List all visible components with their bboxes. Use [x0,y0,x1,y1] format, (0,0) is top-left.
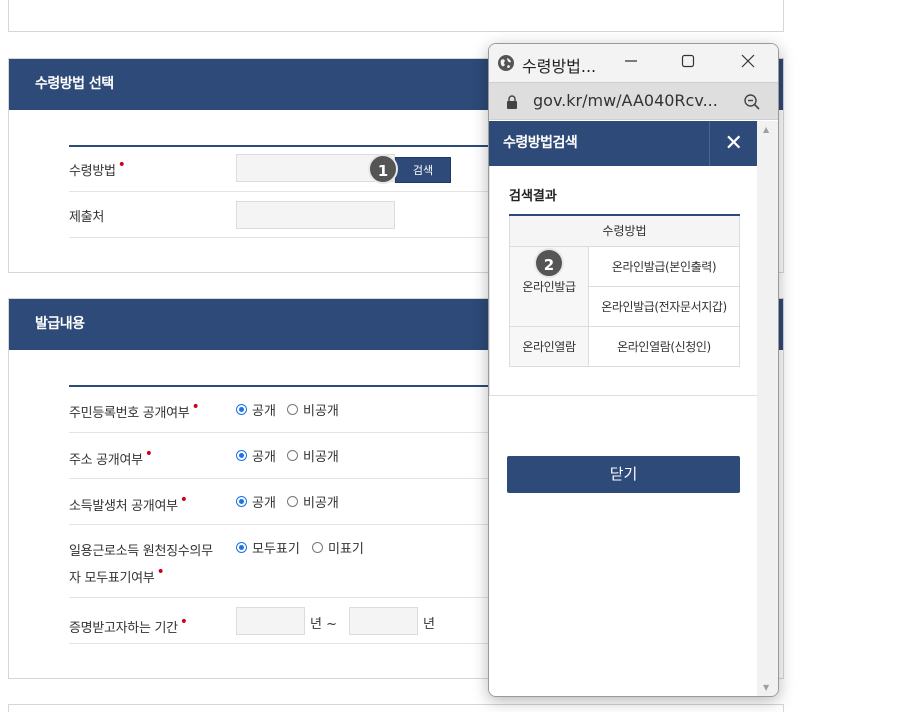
modal-body: 검색결과 수령방법 온라인발급 온라인발급(본인출력) 온라인발급(전자문서지갑… [489,166,757,396]
result-title: 검색결과 [509,189,557,204]
income-public-radio[interactable]: 공개 [236,492,276,511]
resident-private-radio[interactable]: 비공개 [287,400,339,419]
method-option-e-wallet[interactable]: 온라인발급(전자문서지갑) [588,285,740,327]
address-label: 주소 공개여부 • [69,446,153,468]
scroll-up-icon[interactable]: ▲ [763,125,769,134]
required-mark: • [117,157,126,173]
close-icon [741,54,755,68]
next-section-box [8,704,784,712]
receive-method-label: 수령방법 • [69,157,126,179]
scroll-down-icon[interactable]: ▼ [763,683,769,692]
required-mark: • [191,399,200,415]
maximize-icon [681,54,695,68]
radio-unchecked-icon [287,450,298,461]
lock-icon [507,95,517,109]
period-end-input[interactable] [349,607,418,635]
modal-close-icon[interactable]: ✕ [709,121,757,166]
address-bar[interactable]: gov.kr/mw/AA040Rcv... [489,82,778,120]
daily-none-radio[interactable]: 미표기 [312,538,364,557]
table-header-row: 수령방법 [509,214,740,247]
window-title: 수령방법... [522,57,597,76]
group-cell: 온라인열람 [509,325,589,367]
scrollbar[interactable]: ▲ ▼ [757,121,778,696]
income-private-radio[interactable]: 비공개 [287,492,339,511]
address-private-radio[interactable]: 비공개 [287,446,339,465]
url-text: gov.kr/mw/AA040Rcv... [533,91,718,110]
step-badge-1: 1 [368,154,398,184]
resident-number-label: 주민등록번호 공개여부 • [69,399,200,421]
radio-checked-icon [236,496,247,507]
modal-header: 수령방법검색 ✕ [489,121,757,166]
table-header: 수령방법 [509,214,740,247]
required-mark: • [179,492,188,508]
income-source-label: 소득발생처 공개여부 • [69,492,188,514]
globe-icon [498,55,514,71]
method-option-own-print[interactable]: 온라인발급(본인출력) [588,245,740,287]
daily-income-label-line2: 자 모두표기여부 • [69,564,165,586]
modal-title: 수령방법검색 [503,135,578,151]
required-mark: • [156,564,165,580]
result-table: 수령방법 온라인발급 온라인발급(본인출력) 온라인발급(전자문서지갑) 온라인… [509,214,740,367]
radio-unchecked-icon [312,542,323,553]
period-start-input[interactable] [236,607,305,635]
minimize-icon [625,60,637,62]
submit-to-input[interactable] [236,201,395,229]
radio-unchecked-icon [287,496,298,507]
maximize-button[interactable] [676,51,700,75]
table-row: 온라인열람 온라인열람(신청인) [509,325,740,367]
step-badge-2: 2 [534,248,564,278]
radio-checked-icon [236,450,247,461]
period-label: 증명받고자하는 기간 • [69,614,188,636]
modal-close-button[interactable]: 닫기 [507,456,740,493]
popup-window: 수령방법... gov.kr/mw/AA040Rcv... 수령방법검색 ✕ 검… [488,43,779,697]
method-option-view-applicant[interactable]: 온라인열람(신청인) [588,325,740,367]
previous-section-box [8,0,784,32]
zoom-out-icon[interactable] [743,93,761,111]
period-unit-to: 년 [423,617,435,632]
daily-income-label-line1: 일용근로소득 원천징수의무 [69,544,213,559]
daily-all-radio[interactable]: 모두표기 [236,538,300,557]
search-button[interactable]: 검색 [395,157,451,183]
radio-unchecked-icon [287,404,298,415]
period-unit-from: 년 ~ [310,617,337,632]
submit-to-label: 제출처 [69,210,104,225]
window-close-button[interactable] [736,51,760,75]
popup-content: 수령방법검색 ✕ 검색결과 수령방법 온라인발급 온라인발급(본인출력) 온라인… [489,121,757,696]
radio-checked-icon [236,404,247,415]
minimize-button[interactable] [619,51,643,75]
required-mark: • [144,446,153,462]
address-public-radio[interactable]: 공개 [236,446,276,465]
window-titlebar[interactable]: 수령방법... [489,44,778,82]
required-mark: • [179,614,188,630]
radio-checked-icon [236,542,247,553]
resident-public-radio[interactable]: 공개 [236,400,276,419]
